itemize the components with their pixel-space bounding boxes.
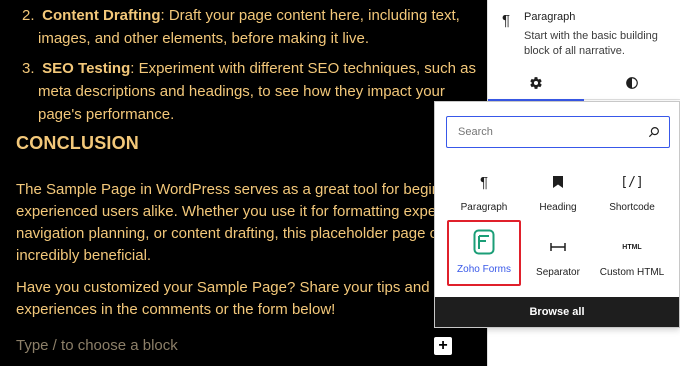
shortcode-icon: [/] bbox=[620, 174, 644, 190]
list-item-bold: Content Drafting bbox=[42, 7, 161, 24]
block-custom-html[interactable]: HTML Custom HTML bbox=[595, 227, 669, 293]
block-inserter-popover: ¶ Paragraph Heading [/] Shortcode Zoho F… bbox=[434, 101, 680, 328]
html-icon: HTML bbox=[622, 243, 642, 251]
search-icon[interactable] bbox=[647, 125, 661, 139]
tab-settings[interactable] bbox=[488, 66, 584, 101]
list-item[interactable]: 2. Content Drafting: Draft your page con… bbox=[22, 4, 478, 50]
block-zoho-forms[interactable]: Zoho Forms bbox=[447, 220, 521, 286]
list-item[interactable]: 3. SEO Testing: Experiment with differen… bbox=[22, 57, 478, 126]
ordered-list[interactable]: 2. Content Drafting: Draft your page con… bbox=[22, 4, 478, 133]
block-label: Zoho Forms bbox=[457, 264, 511, 275]
gear-icon bbox=[530, 77, 542, 89]
list-number: 2. bbox=[22, 7, 35, 24]
pilcrow-icon: ¶ bbox=[479, 173, 489, 191]
search-input[interactable] bbox=[447, 117, 637, 147]
zoho-forms-icon bbox=[449, 229, 519, 255]
browse-all-button[interactable]: Browse all bbox=[435, 297, 679, 327]
block-label: Shortcode bbox=[609, 202, 655, 213]
block-heading[interactable]: Heading bbox=[521, 162, 595, 228]
editor-canvas[interactable]: 2. Content Drafting: Draft your page con… bbox=[0, 0, 487, 366]
list-item-bold: SEO Testing bbox=[42, 60, 131, 77]
block-separator[interactable]: Separator bbox=[521, 227, 595, 293]
block-card: ¶ Paragraph Start with the basic buildin… bbox=[488, 0, 680, 66]
half-circle-icon bbox=[626, 77, 638, 89]
call-to-action-paragraph[interactable]: Have you customized your Sample Page? Sh… bbox=[16, 277, 486, 321]
block-label: Heading bbox=[539, 202, 577, 213]
conclusion-heading[interactable]: CONCLUSION bbox=[16, 133, 139, 154]
block-label: Paragraph bbox=[460, 202, 508, 213]
block-label: Custom HTML bbox=[599, 267, 665, 278]
tab-styles[interactable] bbox=[584, 66, 680, 100]
list-number: 3. bbox=[22, 60, 35, 77]
block-paragraph[interactable]: ¶ Paragraph bbox=[447, 162, 521, 228]
pilcrow-icon: ¶ bbox=[502, 12, 511, 29]
conclusion-paragraph[interactable]: The Sample Page in WordPress serves as a… bbox=[16, 179, 487, 267]
block-description: Start with the basic building block of a… bbox=[524, 30, 658, 57]
add-block-button[interactable]: + bbox=[434, 337, 452, 355]
block-label: Separator bbox=[536, 267, 580, 278]
block-shortcode[interactable]: [/] Shortcode bbox=[595, 162, 669, 228]
block-title: Paragraph bbox=[524, 11, 576, 23]
search-box[interactable] bbox=[446, 116, 670, 148]
block-placeholder[interactable]: Type / to choose a block bbox=[16, 337, 178, 354]
bookmark-icon bbox=[521, 172, 595, 192]
sidebar-tabs bbox=[488, 66, 680, 101]
separator-icon bbox=[521, 237, 595, 257]
